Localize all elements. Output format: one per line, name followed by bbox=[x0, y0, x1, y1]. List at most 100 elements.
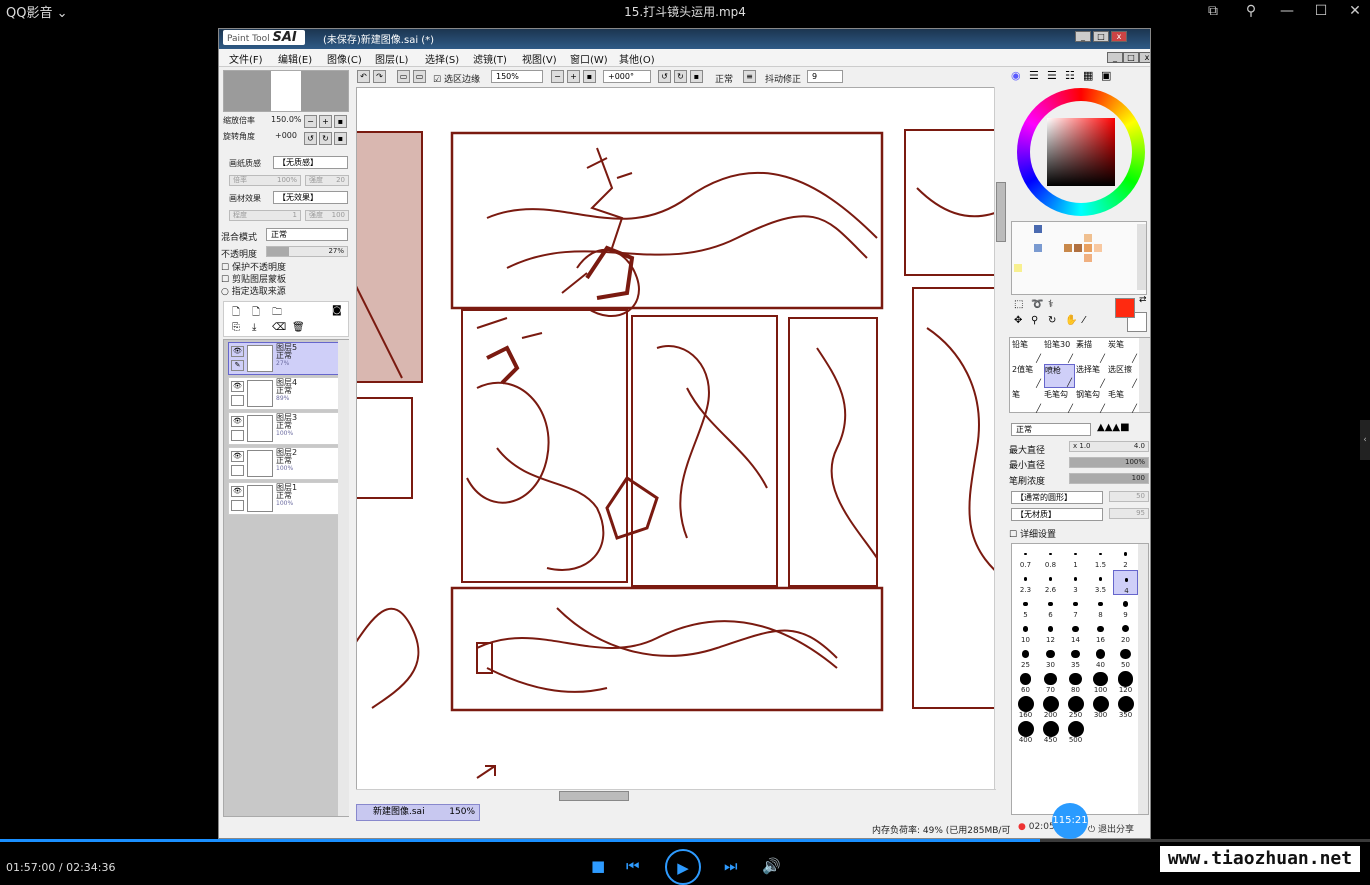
color-wheel[interactable] bbox=[1017, 88, 1145, 216]
brush-tool-item[interactable]: 素描 ╱ bbox=[1076, 339, 1107, 363]
paper-texture-select[interactable]: 【无质感】 bbox=[273, 156, 348, 169]
stabilizer-select[interactable]: 9 bbox=[807, 70, 843, 83]
deselect-icon[interactable]: ▭ bbox=[397, 70, 410, 83]
brush-size-cell[interactable]: 120 bbox=[1113, 670, 1138, 695]
side-panel-toggle[interactable]: ‹ bbox=[1360, 420, 1370, 460]
drawing-canvas[interactable] bbox=[356, 87, 1007, 799]
vertical-scroll-thumb[interactable] bbox=[996, 182, 1006, 242]
layer-mask-icon[interactable]: ◙ bbox=[332, 305, 342, 316]
effect-strength-slider[interactable]: 强度 100 bbox=[305, 210, 349, 221]
brush-size-cell[interactable]: 25 bbox=[1013, 645, 1038, 670]
screenshot-icon[interactable]: ⧉ bbox=[1200, 0, 1226, 22]
lock-slot[interactable] bbox=[231, 500, 244, 511]
swap-colors-icon[interactable]: ⇄ bbox=[1139, 295, 1147, 305]
navigator[interactable] bbox=[223, 70, 349, 112]
color-wheel-icon[interactable]: ◉ bbox=[1011, 69, 1021, 82]
brush-tool-item[interactable]: 钢笔勾 ╱ bbox=[1076, 389, 1107, 413]
effect-degree-slider[interactable]: 程度 1 bbox=[229, 210, 301, 221]
brush-size-cell[interactable]: 2.6 bbox=[1038, 570, 1063, 595]
hand-icon[interactable]: ✋ bbox=[1065, 315, 1077, 326]
undo-icon[interactable]: ↶ bbox=[357, 70, 370, 83]
color-mixer-icon[interactable]: ☷ bbox=[1065, 69, 1075, 82]
menu-window[interactable]: 窗口(W) bbox=[570, 51, 608, 66]
saturation-value-square[interactable] bbox=[1047, 118, 1115, 186]
eye-icon[interactable]: 👁 bbox=[231, 451, 244, 462]
canvas-horizontal-scrollbar[interactable] bbox=[356, 789, 996, 801]
brush-shape-strength[interactable]: 50 bbox=[1109, 491, 1149, 502]
brush-size-cell[interactable]: 12 bbox=[1038, 620, 1063, 645]
new-folder-icon[interactable]: 🗀 bbox=[272, 305, 282, 322]
brush-size-cell[interactable]: 7 bbox=[1063, 595, 1088, 620]
density-slider[interactable]: 100 bbox=[1069, 473, 1149, 484]
new-layer-icon[interactable]: 🗋 bbox=[232, 305, 240, 322]
sai-minimize-button[interactable]: _ bbox=[1075, 31, 1091, 42]
sai-close-button[interactable]: x bbox=[1111, 31, 1127, 42]
layer-item[interactable]: 👁 图层4 正常 89% bbox=[228, 377, 339, 410]
zoom-in-button[interactable]: + bbox=[319, 115, 332, 128]
pencil-icon[interactable]: ✎ bbox=[231, 360, 244, 371]
rect-select-icon[interactable]: ⬚ bbox=[1014, 299, 1023, 310]
doc-restore-button[interactable]: □ bbox=[1123, 52, 1139, 63]
eye-icon[interactable]: 👁 bbox=[231, 416, 244, 427]
brush-size-cell[interactable]: 35 bbox=[1063, 645, 1088, 670]
brush-mode-select[interactable]: 正常 bbox=[1011, 423, 1091, 436]
brush-tool-item[interactable]: 笔 ╱ bbox=[1012, 389, 1043, 413]
brush-size-cell[interactable]: 6 bbox=[1038, 595, 1063, 620]
blend-mode-select[interactable]: 正常 bbox=[266, 228, 348, 241]
color-swatches[interactable] bbox=[1011, 221, 1147, 295]
brush-size-cell[interactable]: 80 bbox=[1063, 670, 1088, 695]
brush-size-cell[interactable]: 16 bbox=[1088, 620, 1113, 645]
scratchpad-icon[interactable]: ▣ bbox=[1101, 69, 1111, 82]
rotate-cw-icon[interactable]: ↻ bbox=[674, 70, 687, 83]
minimize-button[interactable]: — bbox=[1274, 0, 1300, 22]
brush-size-cell[interactable]: 0.7 bbox=[1013, 545, 1038, 570]
zoom-tool-icon[interactable]: ⚲ bbox=[1031, 315, 1038, 326]
brush-tool-item[interactable]: 毛笔勾 ╱ bbox=[1044, 389, 1075, 413]
document-tab[interactable]: 新建图像.sai 150% bbox=[356, 804, 480, 821]
close-button[interactable]: ✕ bbox=[1342, 0, 1368, 22]
share-timer-bubble[interactable]: 115:21 bbox=[1052, 803, 1088, 839]
tool-grid-scrollbar[interactable] bbox=[1139, 338, 1150, 412]
brush-size-cell[interactable]: 400 bbox=[1013, 720, 1038, 745]
previous-icon[interactable]: ⏮ bbox=[626, 857, 640, 875]
selection-source-radio[interactable]: ○ 指定选取来源 bbox=[221, 286, 286, 298]
layer-item[interactable]: 👁 图层2 正常 100% bbox=[228, 447, 339, 480]
stop-icon[interactable]: ■ bbox=[591, 857, 605, 875]
brush-size-cell[interactable]: 70 bbox=[1038, 670, 1063, 695]
swatch-scrollbar[interactable] bbox=[1137, 224, 1146, 290]
min-size-slider[interactable]: 100% bbox=[1069, 457, 1149, 468]
lock-slot[interactable] bbox=[231, 395, 244, 406]
brush-size-cell[interactable]: 40 bbox=[1088, 645, 1113, 670]
zoom-out-button[interactable]: − bbox=[304, 115, 317, 128]
eye-icon[interactable]: 👁 bbox=[231, 346, 244, 357]
rotate-reset-button[interactable]: ▪ bbox=[334, 132, 347, 145]
flip-icon[interactable]: ≡ bbox=[743, 70, 756, 83]
doc-close-button[interactable]: x bbox=[1139, 52, 1150, 63]
brush-size-cell[interactable]: 8 bbox=[1088, 595, 1113, 620]
canvas-vertical-scrollbar[interactable] bbox=[994, 87, 1007, 799]
brush-size-cell[interactable]: 4 bbox=[1113, 570, 1138, 595]
menu-filter[interactable]: 滤镜(T) bbox=[473, 51, 507, 66]
zoom-reset-button[interactable]: ▪ bbox=[334, 115, 347, 128]
protect-opacity-checkbox[interactable]: ☐ 保护不透明度 bbox=[221, 262, 286, 274]
brush-size-cell[interactable]: 0.8 bbox=[1038, 545, 1063, 570]
brush-tool-item[interactable]: 喷枪 ╱ bbox=[1044, 364, 1075, 388]
zoom-reset-icon[interactable]: ▪ bbox=[583, 70, 596, 83]
doc-minimize-button[interactable]: _ bbox=[1107, 52, 1123, 63]
brush-size-cell[interactable]: 2.3 bbox=[1013, 570, 1038, 595]
brush-tool-item[interactable]: 选区擦 ╱ bbox=[1108, 364, 1139, 388]
brush-size-cell[interactable]: 20 bbox=[1113, 620, 1138, 645]
brush-size-cell[interactable]: 60 bbox=[1013, 670, 1038, 695]
lock-slot[interactable] bbox=[231, 430, 244, 441]
brush-tool-item[interactable]: 铅笔 ╱ bbox=[1012, 339, 1043, 363]
maximize-button[interactable]: ☐ bbox=[1308, 0, 1334, 22]
brush-size-cell[interactable]: 2 bbox=[1113, 545, 1138, 570]
eyedropper-icon[interactable]: ⁄ bbox=[1083, 315, 1085, 326]
brush-size-cell[interactable]: 30 bbox=[1038, 645, 1063, 670]
invert-selection-icon[interactable]: ▭ bbox=[413, 70, 426, 83]
lock-slot[interactable] bbox=[231, 465, 244, 476]
brush-size-cell[interactable]: 5 bbox=[1013, 595, 1038, 620]
move-icon[interactable]: ✥ bbox=[1014, 315, 1022, 326]
zoom-in-icon[interactable]: + bbox=[567, 70, 580, 83]
menu-select[interactable]: 选择(S) bbox=[425, 51, 459, 66]
